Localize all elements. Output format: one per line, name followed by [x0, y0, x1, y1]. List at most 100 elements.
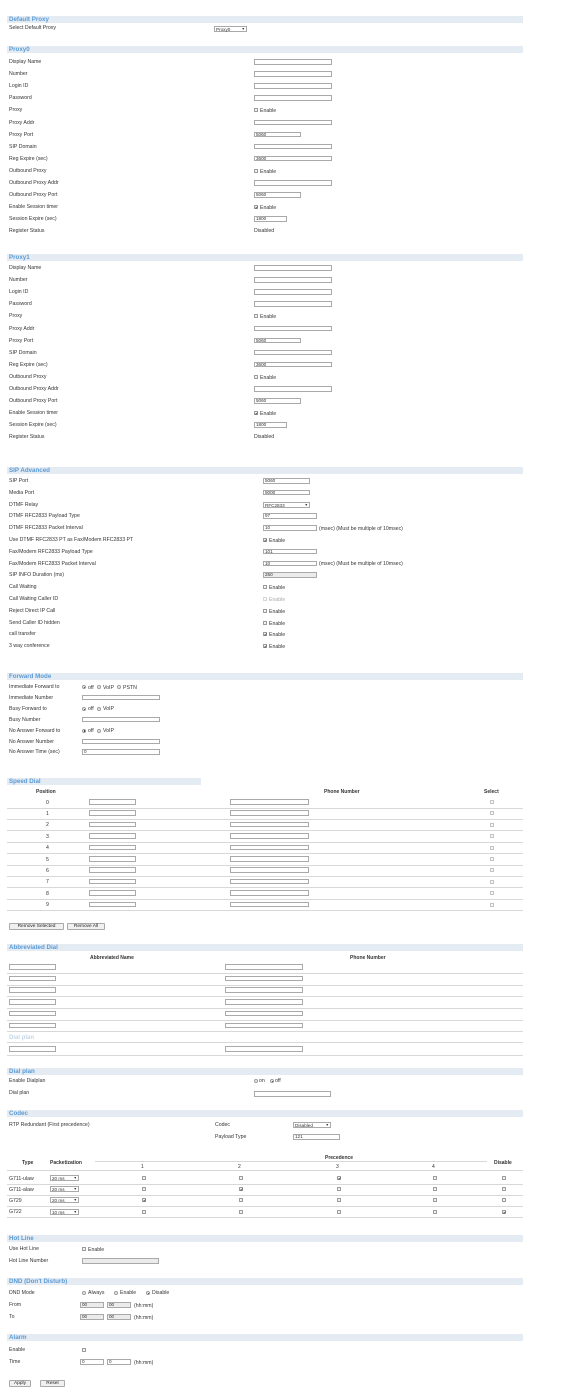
- codec-precedence-checkbox[interactable]: ✔: [239, 1187, 243, 1192]
- busy-number-input[interactable]: [82, 716, 160, 723]
- alarm-enable-checkbox[interactable]: [82, 1348, 86, 1352]
- codec-packetization-select[interactable]: 20 ms ▼: [50, 1175, 79, 1181]
- speed-dial-phone-input[interactable]: [230, 844, 309, 851]
- hot-line-number-input[interactable]: [82, 1258, 159, 1264]
- immediate-forward-voip-radio[interactable]: [97, 685, 101, 689]
- speed-dial-input[interactable]: [89, 799, 136, 805]
- dnd-enable-radio[interactable]: [114, 1291, 118, 1295]
- three-way-conference-checkbox[interactable]: ✔: [263, 644, 267, 649]
- no-answer-forward-voip-radio[interactable]: [97, 728, 101, 733]
- remove-selected-button[interactable]: Remove Selected: [9, 923, 64, 930]
- codec-precedence-checkbox[interactable]: [239, 1176, 243, 1180]
- speed-dial-select-checkbox[interactable]: [490, 902, 494, 907]
- speed-dial-input[interactable]: [89, 878, 136, 885]
- codec-disable-checkbox[interactable]: [502, 1198, 506, 1203]
- proxy0-outbound-proxy-addr-input[interactable]: [254, 180, 332, 186]
- codec-packetization-select[interactable]: 20 ms ▼: [50, 1186, 79, 1193]
- speed-dial-input[interactable]: [89, 821, 136, 828]
- codec-precedence-checkbox[interactable]: [239, 1209, 243, 1214]
- codec-disable-checkbox[interactable]: [502, 1187, 506, 1192]
- dnd-disable-radio[interactable]: [146, 1291, 150, 1295]
- default-proxy-select[interactable]: Proxy0 ▼: [214, 26, 247, 32]
- proxy0-proxy-checkbox[interactable]: [254, 108, 258, 113]
- speed-dial-input[interactable]: [89, 833, 136, 839]
- proxy1-proxy-addr-input[interactable]: [254, 325, 332, 331]
- busy-forward-off-radio[interactable]: [82, 706, 86, 711]
- proxy0-proxy-addr-input[interactable]: [254, 119, 332, 125]
- speed-dial-select-checkbox[interactable]: [490, 800, 494, 804]
- abbrev-name-input[interactable]: [9, 987, 56, 993]
- codec-precedence-checkbox[interactable]: [142, 1187, 146, 1192]
- alarm-hour-input[interactable]: 0: [80, 1359, 104, 1365]
- abbrev-name-input[interactable]: [9, 999, 56, 1005]
- media-port-input[interactable]: 9000: [263, 489, 310, 496]
- payload-type-input[interactable]: 121: [293, 1134, 340, 1140]
- proxy0-display-name-input[interactable]: [254, 59, 332, 65]
- speed-dial-select-checkbox[interactable]: [490, 857, 494, 861]
- proxy1-proxy-port-input[interactable]: 5060: [254, 337, 301, 344]
- sip-port-input[interactable]: 5060: [263, 478, 310, 484]
- apply-button[interactable]: Apply: [9, 1380, 31, 1387]
- immediate-forward-off-radio[interactable]: [82, 685, 86, 689]
- abbrev-name-input[interactable]: [9, 1022, 56, 1028]
- use-dtmf-pt-fax-checkbox[interactable]: ✔: [263, 538, 267, 543]
- dial-plan-input[interactable]: [254, 1091, 331, 1097]
- abbrev-phone-input[interactable]: [225, 1010, 303, 1017]
- codec-precedence-checkbox[interactable]: [337, 1187, 341, 1192]
- abbrev-phone-input[interactable]: [225, 964, 303, 970]
- proxy1-password-input[interactable]: [254, 301, 332, 307]
- proxy1-login-id-input[interactable]: [254, 289, 332, 295]
- codec-disable-checkbox[interactable]: ✔: [502, 1209, 506, 1214]
- speed-dial-input[interactable]: [89, 844, 136, 851]
- speed-dial-phone-input[interactable]: [230, 821, 309, 828]
- busy-forward-voip-radio[interactable]: [97, 706, 101, 711]
- codec-precedence-checkbox[interactable]: [433, 1198, 437, 1203]
- proxy1-display-name-input[interactable]: [254, 265, 332, 271]
- codec-precedence-checkbox[interactable]: [239, 1198, 243, 1203]
- abbrev-name-input[interactable]: [9, 964, 56, 970]
- abbrev-phone-input[interactable]: [225, 1022, 303, 1028]
- speed-dial-input[interactable]: [89, 867, 136, 873]
- rtp-codec-select[interactable]: Disabled ▼: [293, 1122, 331, 1128]
- proxy1-outbound-proxy-addr-input[interactable]: [254, 386, 332, 392]
- speed-dial-input[interactable]: [89, 890, 136, 896]
- sip-info-duration-input[interactable]: 250: [263, 572, 317, 578]
- codec-precedence-checkbox[interactable]: [337, 1209, 341, 1214]
- reset-button[interactable]: Reset: [40, 1380, 65, 1387]
- codec-precedence-checkbox[interactable]: ✔: [142, 1198, 146, 1203]
- codec-packetization-select[interactable]: 20 ms ▼: [50, 1197, 79, 1204]
- no-answer-number-input[interactable]: [82, 738, 160, 744]
- abbrev-phone-input[interactable]: [225, 987, 303, 993]
- codec-precedence-checkbox[interactable]: ✔: [337, 1176, 341, 1181]
- abbrev-name-input[interactable]: [9, 975, 56, 982]
- proxy0-outbound-proxy-port-input[interactable]: 5060: [254, 192, 301, 198]
- fax-payload-type-input[interactable]: 101: [263, 548, 317, 555]
- proxy1-number-input[interactable]: [254, 277, 332, 283]
- speed-dial-select-checkbox[interactable]: [490, 834, 494, 839]
- abbrev-phone-input[interactable]: [225, 1046, 303, 1052]
- proxy1-proxy-checkbox[interactable]: [254, 314, 258, 319]
- codec-precedence-checkbox[interactable]: [433, 1176, 437, 1180]
- alarm-minute-input[interactable]: 0: [107, 1359, 131, 1365]
- codec-precedence-checkbox[interactable]: [142, 1209, 146, 1214]
- dnd-always-radio[interactable]: [82, 1291, 86, 1295]
- proxy0-reg-expire-input[interactable]: 3600: [254, 155, 332, 162]
- codec-precedence-checkbox[interactable]: [433, 1209, 437, 1214]
- proxy0-proxy-port-input[interactable]: 5060: [254, 131, 301, 138]
- speed-dial-input[interactable]: [89, 810, 136, 816]
- no-answer-time-input[interactable]: 0: [82, 749, 160, 755]
- speed-dial-select-checkbox[interactable]: [490, 845, 494, 850]
- remove-all-button[interactable]: Remove All: [67, 923, 105, 930]
- proxy0-session-expire-input[interactable]: 1800: [254, 216, 287, 222]
- dnd-to-hour-input[interactable]: 00: [80, 1314, 104, 1320]
- dialplan-on-radio[interactable]: [254, 1079, 258, 1083]
- abbrev-name-input[interactable]: [9, 1046, 56, 1052]
- dtmf-payload-type-input[interactable]: 97: [263, 513, 317, 519]
- speed-dial-phone-input[interactable]: [230, 867, 309, 873]
- immediate-forward-pstn-radio[interactable]: [117, 685, 121, 689]
- dnd-from-minute-input[interactable]: 00: [107, 1302, 131, 1308]
- speed-dial-select-checkbox[interactable]: [490, 879, 494, 884]
- fax-packet-interval-input[interactable]: 10: [263, 560, 317, 567]
- proxy0-password-input[interactable]: [254, 95, 332, 101]
- dialplan-off-radio[interactable]: [270, 1079, 274, 1083]
